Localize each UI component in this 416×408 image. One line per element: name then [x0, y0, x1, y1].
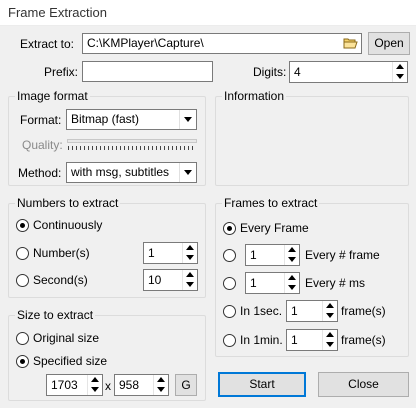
window-title: Frame Extraction: [8, 5, 107, 20]
spin-down-icon[interactable]: [323, 311, 337, 321]
spin-down-icon[interactable]: [183, 280, 197, 290]
in-1min-label[interactable]: In 1min.: [240, 332, 283, 348]
every-n-ms-value: 1: [250, 276, 257, 290]
every-n-ms-radio[interactable]: [223, 277, 236, 290]
height-value: 958: [119, 378, 140, 392]
in-1sec-label[interactable]: In 1sec.: [240, 303, 282, 319]
numbers-to-extract-title: Numbers to extract: [15, 195, 121, 211]
spin-up-icon[interactable]: [285, 273, 299, 283]
height-spinner-arrows: [153, 375, 168, 395]
prefix-input[interactable]: [82, 61, 213, 82]
continuously-label[interactable]: Continuously: [33, 217, 102, 233]
numbers-spinner[interactable]: 1: [143, 242, 198, 264]
every-frame-label[interactable]: Every Frame: [240, 220, 309, 236]
digits-spinner-arrows: [392, 62, 407, 82]
in-1sec-radio[interactable]: [223, 305, 236, 318]
chevron-down-icon: [179, 163, 196, 182]
method-select[interactable]: with msg, subtitles: [66, 162, 197, 183]
prefix-label: Prefix:: [44, 65, 79, 79]
width-spinner[interactable]: 1703: [46, 374, 103, 396]
spin-down-icon[interactable]: [154, 385, 168, 395]
image-format-title: Image format: [15, 88, 90, 104]
every-n-ms-label: Every # ms: [305, 276, 366, 290]
extract-to-value: C:\KMPlayer\Capture\: [87, 36, 204, 50]
every-frame-radio[interactable]: [223, 222, 236, 235]
method-value: with msg, subtitles: [71, 165, 170, 179]
quality-slider[interactable]: [67, 139, 197, 143]
extract-to-label: Extract to:: [20, 37, 75, 51]
method-label: Method:: [18, 166, 62, 180]
folder-icon[interactable]: [343, 37, 358, 49]
format-value: Bitmap (fast): [71, 112, 140, 126]
width-value: 1703: [51, 378, 78, 392]
spin-up-icon[interactable]: [88, 375, 102, 385]
every-n-frame-radio[interactable]: [223, 249, 236, 262]
height-spinner[interactable]: 958: [114, 374, 169, 396]
information-title: Information: [222, 88, 287, 104]
spin-down-icon[interactable]: [285, 283, 299, 293]
spin-down-icon[interactable]: [88, 385, 102, 395]
in-1sec-spinner[interactable]: 1: [286, 300, 338, 322]
every-n-frame-value: 1: [250, 248, 257, 262]
digits-label: Digits:: [253, 65, 287, 79]
original-size-label[interactable]: Original size: [33, 330, 99, 346]
every-n-frame-spinner[interactable]: 1: [245, 244, 300, 266]
open-button[interactable]: Open: [368, 32, 410, 55]
spin-down-icon[interactable]: [285, 255, 299, 265]
numbers-spinner-arrows: [182, 243, 197, 263]
in-1min-radio[interactable]: [223, 334, 236, 347]
width-spinner-arrows: [87, 375, 102, 395]
digits-value: 4: [294, 65, 301, 79]
spin-down-icon[interactable]: [323, 340, 337, 350]
spin-up-icon[interactable]: [183, 243, 197, 253]
start-button[interactable]: Start: [218, 372, 306, 397]
numbers-value: 1: [148, 246, 155, 260]
every-n-ms-spinner[interactable]: 1: [245, 272, 300, 294]
extract-to-field[interactable]: C:\KMPlayer\Capture\: [82, 33, 362, 54]
numbers-label[interactable]: Number(s): [33, 245, 90, 261]
in-1min-spinner[interactable]: 1: [286, 329, 338, 351]
spin-up-icon[interactable]: [183, 270, 197, 280]
continuously-radio[interactable]: [16, 219, 29, 232]
every-n-ms-spinner-arrows: [284, 273, 299, 293]
spin-down-icon[interactable]: [393, 72, 407, 82]
in-1min-value: 1: [291, 333, 298, 347]
close-button[interactable]: Close: [318, 372, 409, 397]
format-label: Format:: [20, 113, 62, 127]
format-select[interactable]: Bitmap (fast): [66, 109, 197, 130]
in-1sec-unit: frame(s): [341, 304, 386, 318]
spin-up-icon[interactable]: [323, 330, 337, 340]
every-n-frame-label: Every # frame: [305, 248, 380, 262]
specified-size-label[interactable]: Specified size: [33, 353, 107, 369]
seconds-value: 10: [148, 273, 162, 287]
seconds-spinner-arrows: [182, 270, 197, 290]
spin-up-icon[interactable]: [154, 375, 168, 385]
size-separator: x: [105, 379, 111, 393]
frames-to-extract-title: Frames to extract: [222, 195, 320, 211]
spin-up-icon[interactable]: [323, 301, 337, 311]
g-button[interactable]: G: [175, 374, 197, 396]
specified-size-radio[interactable]: [16, 355, 29, 368]
original-size-radio[interactable]: [16, 332, 29, 345]
in-1min-unit: frame(s): [341, 333, 386, 347]
spin-up-icon[interactable]: [285, 245, 299, 255]
title-bar: Frame Extraction: [0, 0, 416, 26]
chevron-down-icon: [179, 110, 196, 129]
quality-slider-ticks: [68, 146, 196, 150]
spin-up-icon[interactable]: [393, 62, 407, 72]
spin-down-icon[interactable]: [183, 253, 197, 263]
seconds-radio[interactable]: [16, 274, 29, 287]
size-to-extract-title: Size to extract: [15, 307, 96, 323]
every-n-frame-spinner-arrows: [284, 245, 299, 265]
in-1min-spinner-arrows: [322, 330, 337, 350]
digits-spinner[interactable]: 4: [289, 61, 408, 83]
seconds-label[interactable]: Second(s): [33, 272, 88, 288]
seconds-spinner[interactable]: 10: [143, 269, 198, 291]
quality-label: Quality:: [22, 138, 63, 152]
in-1sec-spinner-arrows: [322, 301, 337, 321]
information-group: Information: [215, 88, 409, 186]
numbers-radio[interactable]: [16, 247, 29, 260]
in-1sec-value: 1: [291, 304, 298, 318]
